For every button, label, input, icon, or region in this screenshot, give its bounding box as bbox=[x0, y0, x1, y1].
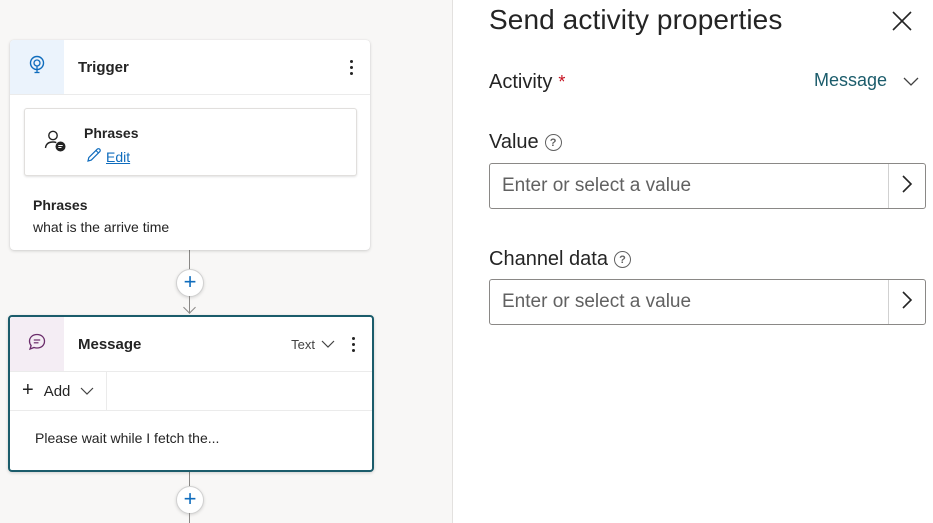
edit-phrases-link[interactable]: Edit bbox=[85, 146, 130, 167]
required-indicator: * bbox=[558, 72, 566, 92]
add-node-button[interactable]: + bbox=[176, 269, 204, 297]
edit-link-label: Edit bbox=[106, 148, 131, 165]
question-circle-icon[interactable]: ? bbox=[544, 134, 562, 151]
value-label-text: Value bbox=[489, 131, 539, 153]
message-type-label: Text bbox=[291, 336, 315, 352]
chevron-down-icon bbox=[321, 337, 335, 352]
more-options-icon[interactable] bbox=[339, 55, 363, 79]
connector-arrow bbox=[183, 301, 196, 314]
properties-panel: Send activity properties Activity * Mess… bbox=[453, 0, 933, 523]
add-button-label: Add bbox=[43, 382, 71, 400]
channel-data-label: Channel data ? bbox=[489, 248, 631, 271]
message-node-header: Message Text bbox=[10, 317, 372, 372]
chat-bubble-icon bbox=[27, 332, 47, 357]
plus-icon: + bbox=[22, 378, 34, 401]
close-icon[interactable] bbox=[889, 8, 915, 34]
activity-label-text: Activity bbox=[489, 71, 553, 93]
phrases-box-title: Phrases bbox=[84, 125, 139, 141]
phrases-box[interactable]: Phrases Edit bbox=[24, 108, 357, 176]
value-picker-button[interactable] bbox=[888, 164, 925, 208]
trigger-node-title: Trigger bbox=[78, 58, 129, 76]
message-type-dropdown[interactable]: Text bbox=[291, 337, 335, 352]
more-options-icon[interactable] bbox=[341, 332, 365, 356]
chevron-down-icon bbox=[903, 70, 919, 91]
message-node-title: Message bbox=[78, 335, 142, 353]
value-input[interactable] bbox=[490, 164, 888, 208]
trigger-icon-box bbox=[10, 40, 64, 94]
activity-selected-value: Message bbox=[814, 70, 888, 90]
add-node-button[interactable]: + bbox=[176, 486, 204, 514]
channel-data-picker-button[interactable] bbox=[888, 280, 925, 324]
message-preview-text[interactable]: Please wait while I fetch the... bbox=[35, 430, 219, 446]
trigger-node-card[interactable]: Trigger Phrases Edit Phrases what is the… bbox=[10, 40, 370, 250]
message-icon-box bbox=[10, 317, 64, 371]
person-chat-icon bbox=[43, 129, 67, 158]
channel-data-input-box bbox=[489, 279, 926, 325]
channel-data-input[interactable] bbox=[490, 280, 888, 324]
trigger-node-header: Trigger bbox=[10, 40, 370, 95]
activity-label: Activity * bbox=[489, 71, 565, 94]
connector-line bbox=[189, 250, 190, 270]
trigger-phrases-value: what is the arrive time bbox=[33, 219, 170, 235]
pencil-icon bbox=[85, 146, 103, 167]
activity-type-dropdown[interactable]: Message bbox=[814, 70, 919, 91]
message-node-card[interactable]: Message Text + Add Please wait while I f… bbox=[8, 315, 374, 472]
chevron-right-icon bbox=[901, 174, 913, 198]
value-label: Value ? bbox=[489, 131, 562, 154]
question-circle-icon[interactable]: ? bbox=[613, 251, 631, 268]
connector-line bbox=[189, 513, 190, 523]
channel-data-label-text: Channel data bbox=[489, 248, 608, 270]
trigger-phrases-label: Phrases bbox=[33, 197, 88, 213]
add-content-button[interactable]: + Add bbox=[10, 372, 108, 410]
connector-line bbox=[189, 470, 190, 486]
chevron-right-icon bbox=[901, 290, 913, 314]
message-toolbar: + Add bbox=[10, 372, 372, 411]
lightbulb-icon bbox=[28, 55, 46, 80]
authoring-canvas: + + Trigger Phrases Edit Phrases what is… bbox=[0, 0, 452, 523]
value-input-box bbox=[489, 163, 926, 209]
panel-title: Send activity properties bbox=[489, 4, 783, 35]
chevron-down-icon bbox=[80, 383, 94, 400]
